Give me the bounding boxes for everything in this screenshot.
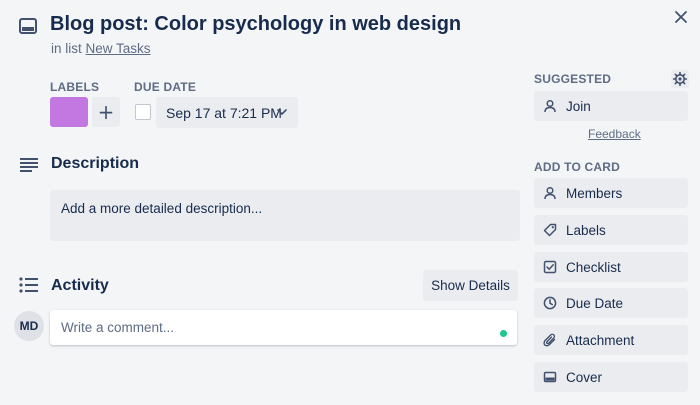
due-date-value: Sep 17 at 7:21 PM bbox=[166, 104, 282, 121]
due-date-label: Due Date bbox=[566, 295, 624, 311]
due-date-checkbox[interactable] bbox=[135, 104, 151, 120]
label-purple[interactable] bbox=[50, 97, 88, 127]
checklist-button[interactable]: Checklist bbox=[534, 252, 688, 282]
paperclip-icon bbox=[543, 333, 557, 347]
avatar[interactable]: MD bbox=[14, 311, 44, 341]
card-title[interactable]: Blog post: Color psychology in web desig… bbox=[50, 13, 461, 36]
attachment-button[interactable]: Attachment bbox=[534, 325, 688, 355]
plus-icon: + bbox=[97, 100, 115, 124]
due-date-button[interactable]: Sep 17 at 7:21 PM bbox=[156, 97, 298, 128]
attachment-label: Attachment bbox=[566, 332, 635, 348]
in-list-prefix: in list bbox=[51, 41, 82, 56]
person-icon bbox=[543, 99, 557, 113]
cover-label: Cover bbox=[566, 369, 603, 385]
cover-icon bbox=[543, 370, 557, 384]
comment-placeholder: Write a comment... bbox=[61, 320, 175, 335]
activity-icon bbox=[19, 277, 39, 293]
online-indicator bbox=[500, 330, 507, 337]
join-button[interactable]: Join bbox=[534, 91, 688, 121]
feedback-link[interactable]: Feedback bbox=[588, 127, 641, 141]
activity-heading: Activity bbox=[51, 277, 109, 294]
clock-icon bbox=[543, 296, 557, 310]
close-icon[interactable] bbox=[672, 8, 690, 26]
person-icon bbox=[543, 186, 557, 200]
due-date-sidebar-button[interactable]: Due Date bbox=[534, 288, 688, 318]
description-icon bbox=[20, 157, 38, 173]
add-to-card-heading: ADD TO CARD bbox=[534, 160, 620, 174]
description-placeholder: Add a more detailed description... bbox=[61, 201, 263, 216]
cover-button[interactable]: Cover bbox=[534, 362, 688, 392]
in-list-text: in list New Tasks bbox=[51, 41, 151, 56]
checklist-label: Checklist bbox=[566, 259, 621, 275]
members-button[interactable]: Members bbox=[534, 178, 688, 208]
add-label-button[interactable]: + bbox=[92, 97, 120, 127]
labels-heading: LABELS bbox=[50, 80, 100, 94]
checklist-icon bbox=[543, 260, 557, 274]
join-label: Join bbox=[566, 98, 591, 114]
labels-label: Labels bbox=[566, 222, 606, 238]
due-date-heading: DUE DATE bbox=[134, 80, 197, 94]
labels-button[interactable]: Labels bbox=[534, 215, 688, 245]
comment-input[interactable]: Write a comment... bbox=[50, 310, 517, 345]
description-heading: Description bbox=[51, 155, 140, 172]
card-icon bbox=[18, 16, 38, 36]
chevron-down-icon bbox=[276, 106, 288, 118]
suggested-heading: SUGGESTED bbox=[534, 72, 612, 86]
list-link[interactable]: New Tasks bbox=[86, 41, 151, 56]
show-details-button[interactable]: Show Details bbox=[423, 270, 518, 301]
description-input[interactable]: Add a more detailed description... bbox=[50, 190, 520, 241]
gear-icon[interactable] bbox=[671, 70, 689, 88]
members-label: Members bbox=[566, 185, 623, 201]
tag-icon bbox=[543, 223, 557, 237]
